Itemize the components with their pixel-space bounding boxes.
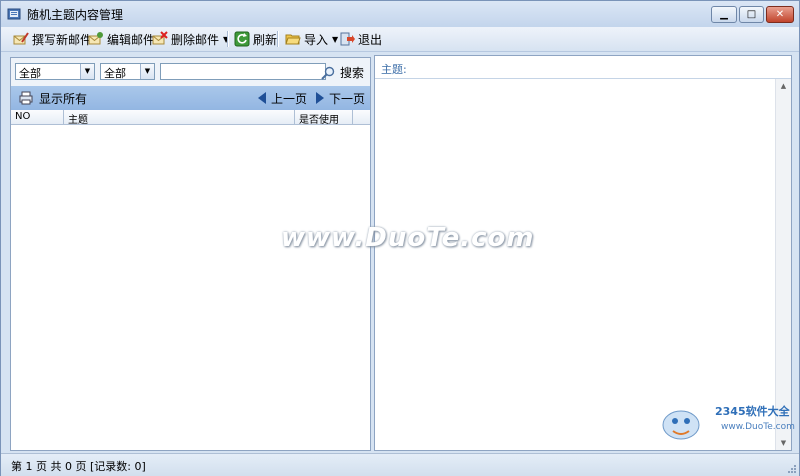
compose-label: 撰写新邮件	[32, 32, 93, 47]
toolbar-separator	[227, 31, 229, 47]
edit-mail-icon	[88, 32, 103, 45]
filter-bar: 全部 ▼ 全部 ▼ 搜索	[11, 58, 370, 87]
close-button[interactable]: ✕	[766, 6, 794, 23]
column-divider[interactable]	[352, 110, 353, 124]
chevron-down-icon[interactable]: ▼	[80, 64, 94, 79]
import-label: 导入	[304, 32, 329, 47]
logo-brand: 2345软件大全	[715, 405, 790, 418]
exit-button[interactable]: 退出	[339, 30, 382, 48]
app-window: 随机主题内容管理 ▁ □ ✕ 撰写新邮件 编辑邮件 删除邮件 刷新 导入 ▼ 退…	[0, 0, 800, 476]
column-header-no[interactable]: NO	[15, 111, 30, 122]
show-all-button[interactable]: 显示所有	[19, 90, 87, 106]
app-icon	[7, 8, 21, 20]
detail-pane: 主题: ▲ ▼	[374, 55, 792, 451]
edit-label: 编辑邮件	[107, 32, 156, 47]
print-icon	[19, 91, 33, 105]
search-input[interactable]	[160, 63, 326, 80]
edit-button[interactable]: 编辑邮件	[88, 30, 155, 48]
maximize-icon: □	[746, 9, 757, 20]
dropdown-arrow-icon[interactable]: ▼	[332, 35, 338, 44]
compose-button[interactable]: 撰写新邮件	[13, 30, 92, 48]
window-title: 随机主题内容管理	[27, 8, 124, 22]
exit-icon	[340, 32, 355, 46]
show-all-label: 显示所有	[39, 91, 88, 106]
status-text: 第 1 页 共 0 页 [记录数: 0]	[11, 460, 146, 473]
title-bar[interactable]: 随机主题内容管理 ▁ □ ✕	[1, 1, 799, 27]
folder-open-icon	[285, 34, 301, 45]
mail-list[interactable]	[11, 125, 370, 450]
next-page-label: 下一页	[329, 91, 366, 106]
status-bar: 第 1 页 共 0 页 [记录数: 0]	[1, 453, 799, 476]
content-area[interactable]	[375, 79, 775, 450]
refresh-label: 刷新	[253, 32, 278, 47]
status-filter-select[interactable]: 全部 ▼	[100, 63, 155, 80]
compose-mail-icon	[13, 32, 29, 45]
chevron-down-icon[interactable]: ▼	[140, 64, 154, 79]
search-button[interactable]: 搜索	[320, 64, 364, 81]
subject-row: 主题:	[375, 56, 791, 79]
prev-page-label: 上一页	[271, 91, 308, 106]
vertical-scrollbar[interactable]: ▲ ▼	[775, 79, 791, 450]
search-label: 搜索	[340, 66, 365, 80]
list-header: NO 主题 是否使用	[11, 110, 370, 126]
arrow-right-icon	[316, 92, 324, 104]
search-icon	[321, 66, 335, 80]
delete-mail-icon	[152, 31, 168, 45]
scroll-up-icon[interactable]: ▲	[776, 79, 791, 93]
toolbar-separator	[277, 31, 279, 47]
status-filter-value: 全部	[104, 67, 126, 80]
prev-page-button[interactable]: 上一页	[257, 90, 307, 106]
category-filter-select[interactable]: 全部 ▼	[15, 63, 95, 80]
maximize-button[interactable]: □	[739, 6, 764, 23]
mail-list-pane: 全部 ▼ 全部 ▼ 搜索 显示所有 上一页 下一页 NO 主题 是否使用	[10, 57, 371, 451]
column-divider[interactable]	[294, 110, 295, 124]
watermark: www.DuoTe.com	[281, 223, 535, 253]
minimize-button[interactable]: ▁	[711, 6, 737, 23]
delete-button[interactable]: 删除邮件 ▼	[152, 30, 229, 48]
toolbar: 撰写新邮件 编辑邮件 删除邮件 ▼	[1, 27, 799, 52]
refresh-button[interactable]: 刷新	[234, 30, 277, 48]
category-filter-value: 全部	[19, 67, 41, 80]
next-page-button[interactable]: 下一页	[315, 90, 365, 106]
minimize-icon: ▁	[720, 9, 728, 20]
subject-label: 主题:	[381, 63, 407, 76]
import-button[interactable]: 导入 ▼	[285, 30, 338, 48]
list-nav-bar: 显示所有 上一页 下一页	[11, 86, 370, 110]
column-divider[interactable]	[63, 110, 64, 124]
column-header-subject[interactable]: 主题	[68, 111, 88, 126]
close-icon: ✕	[775, 9, 785, 20]
exit-label: 退出	[358, 32, 383, 47]
delete-label: 删除邮件	[171, 32, 220, 47]
arrow-left-icon	[258, 92, 266, 104]
logo-url: www.DuoTe.com	[721, 422, 795, 432]
resize-grip-icon[interactable]	[787, 464, 797, 474]
column-header-used[interactable]: 是否使用	[299, 111, 339, 126]
refresh-icon	[234, 31, 250, 47]
